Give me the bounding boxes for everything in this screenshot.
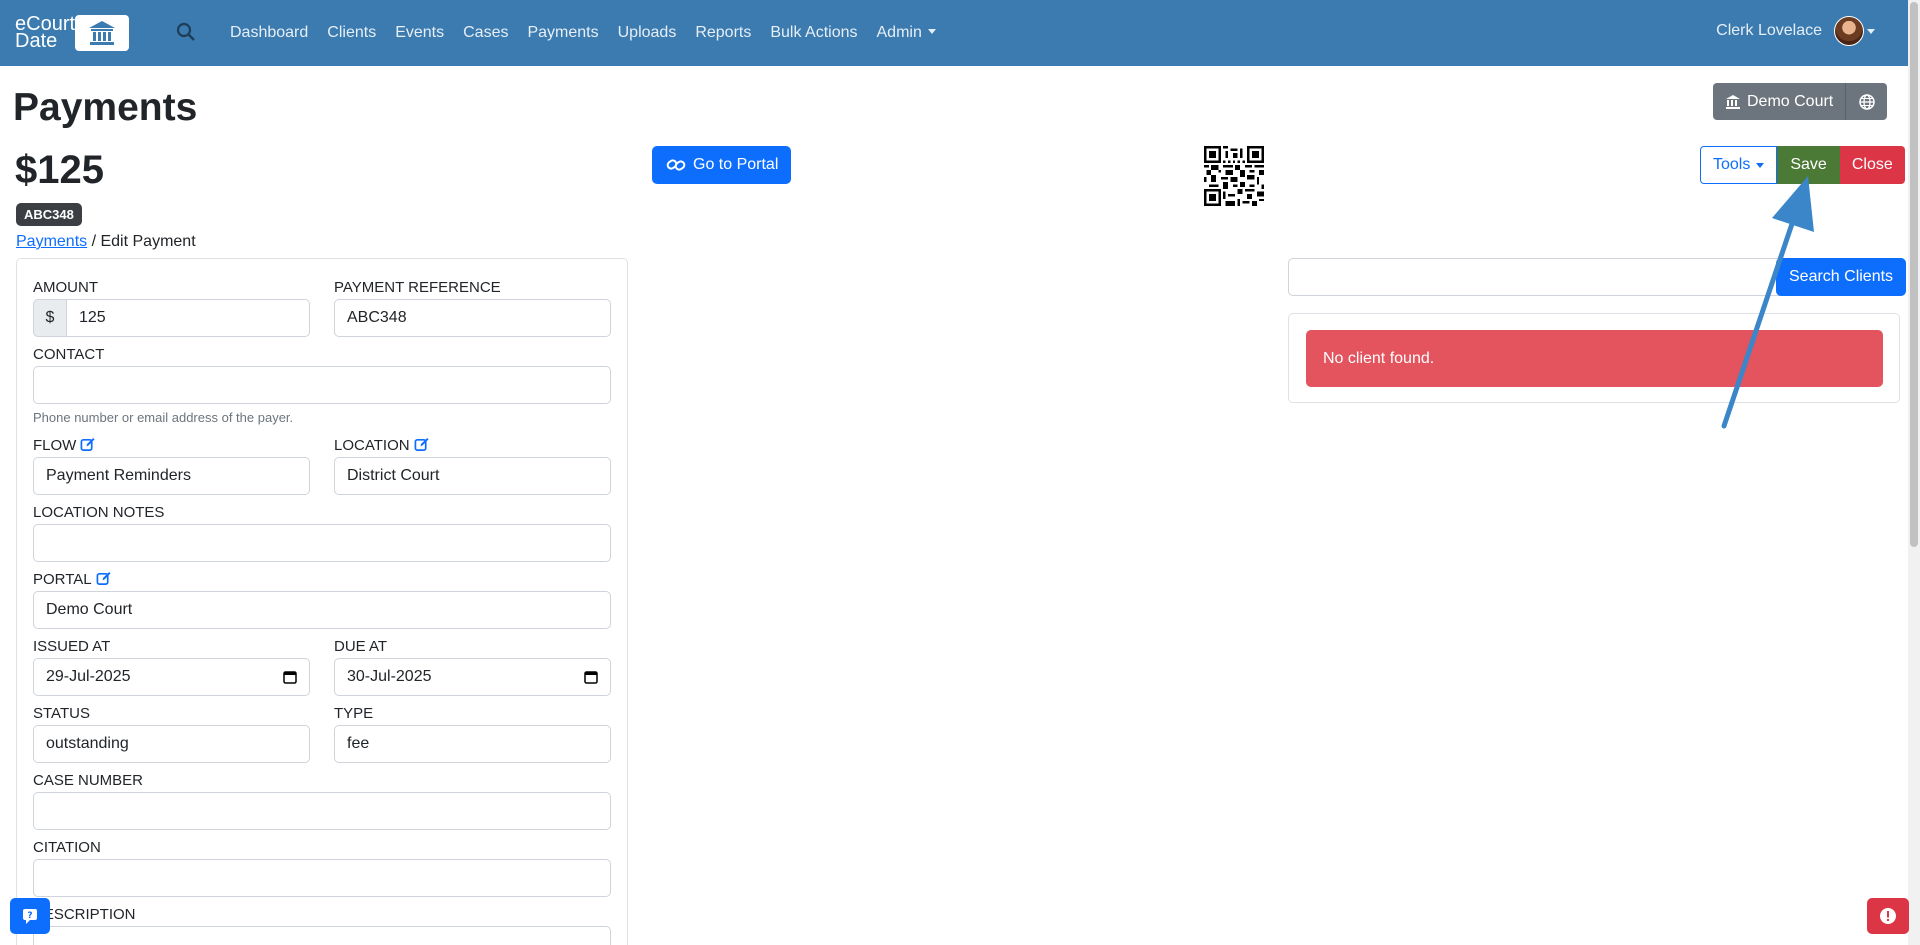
error-report-button[interactable] xyxy=(1867,898,1909,934)
portal-label: PORTAL xyxy=(33,571,111,588)
globe-icon xyxy=(1859,93,1875,110)
close-button[interactable]: Close xyxy=(1839,146,1905,184)
issued-at-label: ISSUED AT xyxy=(33,638,111,655)
flow-label: FLOW xyxy=(33,437,95,454)
description-input[interactable] xyxy=(33,926,611,945)
annotation-arrow-icon xyxy=(1721,176,1814,429)
chat-question-icon: ? xyxy=(23,909,37,924)
contact-input[interactable] xyxy=(33,366,611,404)
courthouse-icon xyxy=(1726,94,1740,109)
nav-payments[interactable]: Payments xyxy=(527,24,598,42)
nav-dashboard[interactable]: Dashboard xyxy=(230,24,308,42)
payment-reference-label: PAYMENT REFERENCE xyxy=(334,279,501,296)
location-label: LOCATION xyxy=(334,437,429,454)
user-menu[interactable]: Clerk Lovelace xyxy=(1716,16,1875,46)
nav-clients[interactable]: Clients xyxy=(327,24,376,42)
court-button-group: Demo Court xyxy=(1713,83,1888,120)
svg-text:?: ? xyxy=(27,911,32,921)
chat-help-button[interactable]: ? xyxy=(10,898,50,934)
calendar-icon[interactable] xyxy=(584,670,598,684)
nav-cases[interactable]: Cases xyxy=(463,24,508,42)
citation-input[interactable] xyxy=(33,859,611,897)
nav-admin-label: Admin xyxy=(876,24,922,41)
main-nav: Dashboard Clients Events Cases Payments … xyxy=(230,0,955,66)
courthouse-icon xyxy=(75,15,129,51)
due-at-input[interactable]: 30-Jul-2025 xyxy=(334,658,611,696)
nav-uploads[interactable]: Uploads xyxy=(618,24,677,42)
nav-admin-dropdown[interactable]: Admin xyxy=(877,24,936,42)
edit-icon[interactable] xyxy=(414,437,429,452)
status-label: STATUS xyxy=(33,705,90,722)
currency-addon: $ xyxy=(33,299,67,337)
amount-label: AMOUNT xyxy=(33,279,98,296)
due-at-label: DUE AT xyxy=(334,638,388,655)
go-to-portal-label: Go to Portal xyxy=(693,156,779,173)
issued-at-input[interactable]: 29-Jul-2025 xyxy=(33,658,310,696)
breadcrumb-current: / Edit Payment xyxy=(91,233,196,250)
type-input[interactable]: fee xyxy=(334,725,611,763)
location-input[interactable]: District Court xyxy=(334,457,611,495)
flow-input[interactable]: Payment Reminders xyxy=(33,457,310,495)
citation-label: CITATION xyxy=(33,839,101,856)
go-to-portal-button[interactable]: Go to Portal xyxy=(652,146,792,184)
page-scrollbar[interactable] xyxy=(1908,0,1920,945)
brand-line-2: Date xyxy=(15,30,58,52)
calendar-icon[interactable] xyxy=(283,670,297,684)
demo-court-label: Demo Court xyxy=(1747,92,1834,110)
payment-amount-heading: $125 xyxy=(15,148,104,192)
location-notes-input[interactable] xyxy=(33,524,611,562)
edit-icon[interactable] xyxy=(80,437,95,452)
page-title: Payments xyxy=(13,86,198,129)
nav-reports[interactable]: Reports xyxy=(695,24,751,42)
chevron-down-icon xyxy=(927,29,936,34)
alert-circle-icon xyxy=(1880,908,1896,924)
chevron-down-icon xyxy=(1756,162,1765,168)
top-navbar: eCourt Date Dashboard Clients Events Cas… xyxy=(0,0,1920,66)
contact-help-text: Phone number or email address of the pay… xyxy=(33,410,294,425)
status-input[interactable]: outstanding xyxy=(33,725,310,763)
breadcrumb-payments-link[interactable]: Payments xyxy=(16,233,87,250)
contact-label: CONTACT xyxy=(33,346,105,363)
user-name: Clerk Lovelace xyxy=(1716,22,1822,39)
amount-input[interactable]: 125 xyxy=(66,299,310,337)
location-label-text: LOCATION xyxy=(334,437,410,454)
link-icon xyxy=(666,159,686,171)
edit-icon[interactable] xyxy=(96,571,111,586)
breadcrumb: Payments / Edit Payment xyxy=(16,233,196,251)
globe-button[interactable] xyxy=(1845,83,1888,120)
scrollbar-thumb[interactable] xyxy=(1910,2,1918,547)
location-notes-label: LOCATION NOTES xyxy=(33,504,165,521)
case-number-input[interactable] xyxy=(33,792,611,830)
search-icon[interactable] xyxy=(176,22,198,44)
avatar xyxy=(1834,16,1864,46)
brand-logo-link[interactable]: eCourt Date xyxy=(15,14,129,52)
reference-badge: ABC348 xyxy=(16,203,82,226)
brand-text: eCourt Date xyxy=(15,14,77,52)
portal-input[interactable]: Demo Court xyxy=(33,591,611,629)
chevron-down-icon xyxy=(1867,28,1875,34)
portal-label-text: PORTAL xyxy=(33,571,92,588)
payment-reference-input[interactable]: ABC348 xyxy=(334,299,611,337)
flow-label-text: FLOW xyxy=(33,437,77,454)
demo-court-button[interactable]: Demo Court xyxy=(1713,83,1846,120)
type-label: TYPE xyxy=(334,705,374,722)
case-number-label: CASE NUMBER xyxy=(33,772,144,789)
qr-code-icon xyxy=(1204,146,1264,206)
due-at-value: 30-Jul-2025 xyxy=(347,668,432,685)
nav-events[interactable]: Events xyxy=(395,24,444,42)
nav-bulk-actions[interactable]: Bulk Actions xyxy=(770,24,857,42)
issued-at-value: 29-Jul-2025 xyxy=(46,668,131,685)
